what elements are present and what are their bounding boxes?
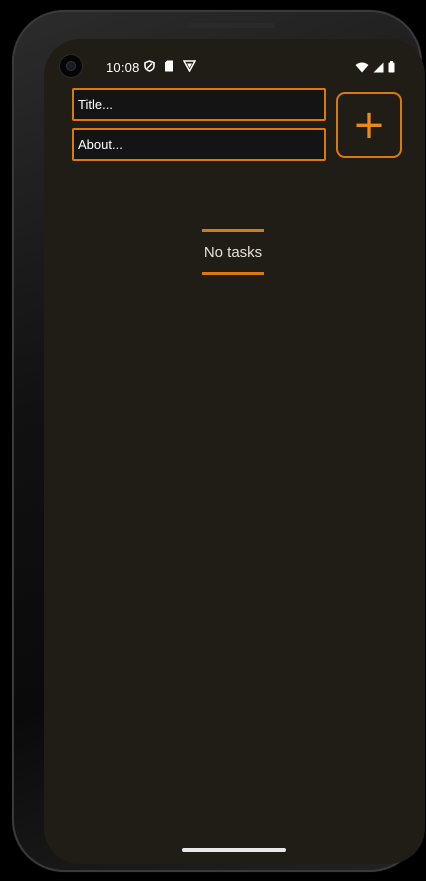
speaker-grille [187,23,275,28]
front-camera [60,55,82,77]
sim-card-icon [164,59,174,77]
home-gesture-bar[interactable] [182,848,286,852]
battery-icon [388,60,395,78]
wifi-icon [355,60,369,78]
vpn-badge-icon [182,59,197,77]
status-icons-left [144,59,197,77]
empty-state-message: No tasks [203,244,263,261]
empty-state-top-divider [202,229,264,232]
status-time: 10:08 [106,60,140,75]
empty-state-bottom-divider [202,272,264,275]
phone-frame: 10:08 Title... About... + No tasks [12,10,425,872]
shield-icon [144,59,155,77]
status-icons-right [355,60,395,78]
about-input[interactable] [72,128,326,161]
app-screen: 10:08 Title... About... + No tasks [44,39,425,864]
add-task-button[interactable]: + [336,92,402,158]
title-input[interactable] [72,88,326,121]
cell-signal-icon [373,60,384,78]
